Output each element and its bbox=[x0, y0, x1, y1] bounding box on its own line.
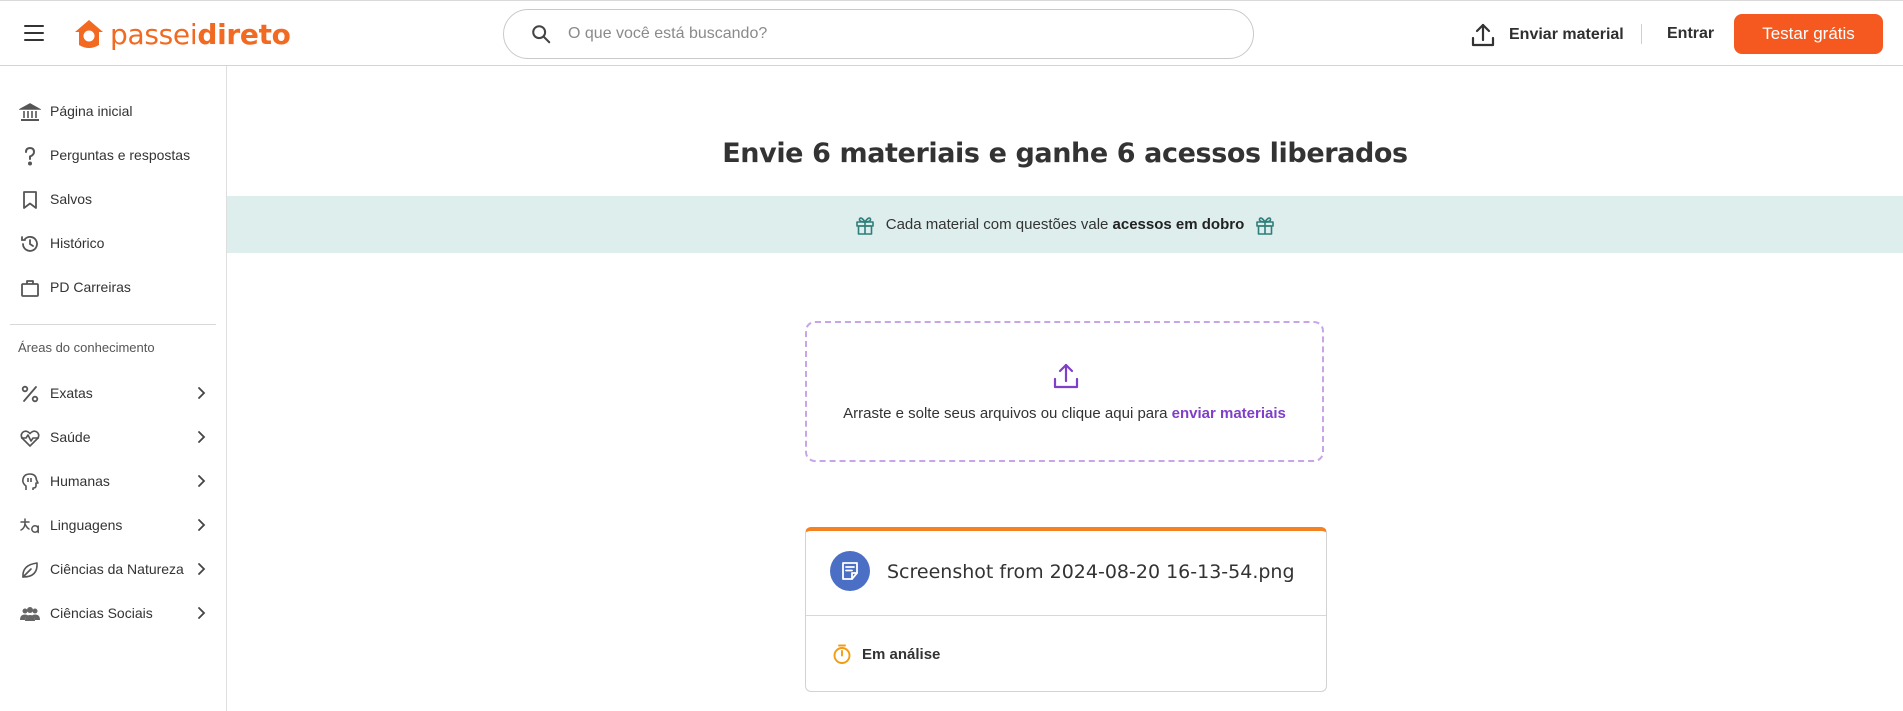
logo-text: passeidireto bbox=[110, 17, 291, 51]
translate-icon bbox=[20, 518, 39, 534]
sidebar-item-humanas[interactable]: Humanas bbox=[0, 461, 226, 501]
search-input[interactable] bbox=[568, 25, 1208, 43]
sidebar-item-history[interactable]: Histórico bbox=[0, 223, 226, 263]
banner-text: Cada material com questões vale acessos … bbox=[885, 216, 1245, 233]
uploaded-file-card: Screenshot from 2024-08-20 16-13-54.png … bbox=[805, 527, 1327, 692]
sidebar-item-label: Perguntas e respostas bbox=[50, 147, 191, 163]
card-divider bbox=[806, 615, 1326, 616]
search-icon bbox=[532, 25, 551, 44]
people-icon bbox=[20, 607, 40, 621]
header-divider bbox=[1641, 24, 1642, 44]
leaf-icon bbox=[22, 562, 38, 578]
sidebar-item-label: Salvos bbox=[50, 191, 93, 207]
sidebar: Página inicial Perguntas e respostas Sal… bbox=[0, 66, 227, 711]
sidebar-item-home[interactable]: Página inicial bbox=[0, 91, 226, 131]
percent-icon bbox=[21, 385, 39, 403]
question-icon bbox=[25, 146, 36, 166]
chevron-right-icon bbox=[198, 563, 206, 575]
file-name: Screenshot from 2024-08-20 16-13-54.png bbox=[887, 561, 1295, 583]
status-badge: Em análise bbox=[862, 646, 941, 663]
chevron-right-icon bbox=[198, 431, 206, 443]
chevron-right-icon bbox=[198, 607, 206, 619]
chevron-right-icon bbox=[198, 475, 206, 487]
search-bar bbox=[503, 9, 1254, 59]
dropzone-text: Arraste e solte seus arquivos ou clique … bbox=[843, 405, 1286, 422]
file-dropzone[interactable]: Arraste e solte seus arquivos ou clique … bbox=[805, 321, 1324, 462]
sidebar-item-label: PD Carreiras bbox=[50, 279, 131, 295]
head-icon bbox=[22, 473, 39, 490]
gift-icon bbox=[855, 216, 874, 235]
sidebar-item-label: Exatas bbox=[50, 385, 93, 401]
logo-mark-icon bbox=[75, 20, 103, 48]
sidebar-item-linguagens[interactable]: Linguagens bbox=[0, 505, 226, 545]
free-trial-button[interactable]: Testar grátis bbox=[1734, 14, 1883, 54]
double-access-banner: Cada material com questões vale acessos … bbox=[227, 196, 1903, 253]
bank-icon bbox=[19, 103, 41, 121]
upload-icon bbox=[1471, 23, 1495, 47]
sidebar-divider bbox=[10, 324, 216, 325]
sidebar-item-ciencias-natureza[interactable]: Ciências da Natureza bbox=[0, 549, 226, 589]
logo[interactable]: passeidireto bbox=[72, 16, 291, 52]
send-materials-link[interactable]: enviar materiais bbox=[1172, 405, 1286, 422]
heartbeat-icon bbox=[20, 430, 40, 447]
sidebar-item-saude[interactable]: Saúde bbox=[0, 417, 226, 457]
chevron-right-icon bbox=[198, 519, 206, 531]
gift-icon bbox=[1256, 216, 1275, 235]
sidebar-item-questions[interactable]: Perguntas e respostas bbox=[0, 135, 226, 175]
timer-icon bbox=[833, 644, 851, 664]
login-link[interactable]: Entrar bbox=[1667, 25, 1714, 43]
sidebar-item-label: Ciências Sociais bbox=[50, 605, 153, 621]
bookmark-icon bbox=[23, 191, 37, 209]
sidebar-item-label: Histórico bbox=[50, 235, 105, 251]
sidebar-item-label: Linguagens bbox=[50, 517, 123, 533]
sidebar-item-exatas[interactable]: Exatas bbox=[0, 373, 226, 413]
sidebar-item-label: Humanas bbox=[50, 473, 110, 489]
upload-icon bbox=[1053, 363, 1079, 389]
sidebar-item-label: Saúde bbox=[50, 429, 91, 445]
chevron-right-icon bbox=[198, 387, 206, 399]
sidebar-item-careers[interactable]: PD Carreiras bbox=[0, 267, 226, 307]
top-header: passeidireto Enviar material Entrar Test… bbox=[0, 0, 1903, 66]
sidebar-item-ciencias-sociais[interactable]: Ciências Sociais bbox=[0, 593, 226, 633]
areas-heading: Áreas do conhecimento bbox=[18, 340, 155, 355]
document-icon bbox=[830, 551, 870, 591]
hamburger-menu-icon[interactable] bbox=[22, 22, 48, 44]
history-icon bbox=[21, 236, 38, 252]
upload-material-button[interactable]: Enviar material bbox=[1469, 21, 1624, 49]
briefcase-icon bbox=[21, 280, 39, 297]
main-content: Envie 6 materiais e ganhe 6 acessos libe… bbox=[227, 66, 1903, 711]
sidebar-item-saved[interactable]: Salvos bbox=[0, 179, 226, 219]
sidebar-item-label: Ciências da Natureza bbox=[50, 561, 184, 577]
page-title: Envie 6 materiais e ganhe 6 acessos libe… bbox=[722, 138, 1408, 169]
sidebar-item-label: Página inicial bbox=[50, 103, 133, 119]
upload-material-label: Enviar material bbox=[1509, 26, 1624, 43]
